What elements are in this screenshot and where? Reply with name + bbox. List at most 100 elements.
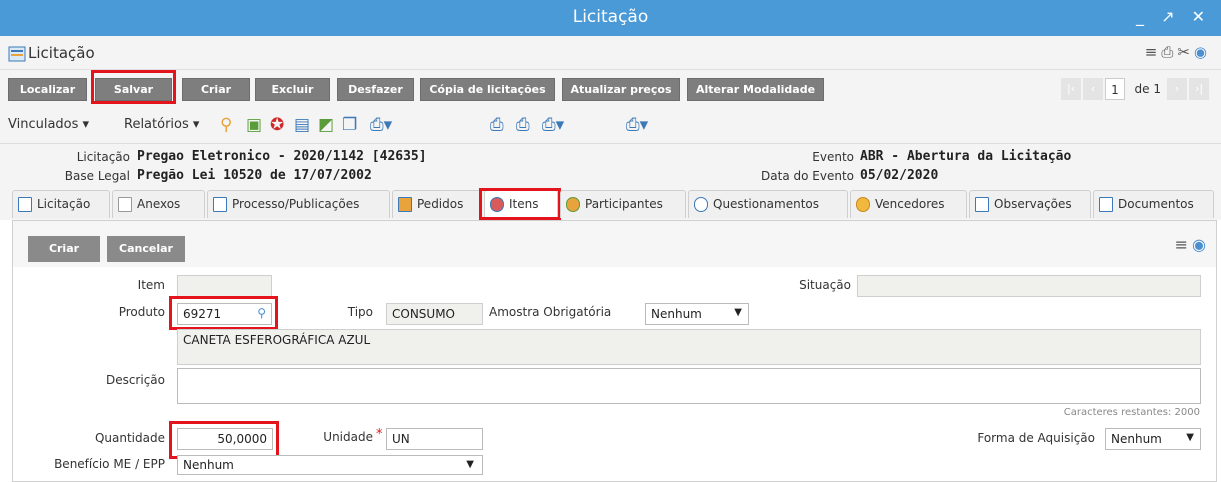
search-icon[interactable]: ⚲ — [220, 115, 232, 135]
medal-icon — [856, 197, 870, 212]
atualizar-precos-button[interactable]: Atualizar preços — [562, 78, 680, 101]
pager: |‹ ‹ 1 de 1 › ›| — [1061, 78, 1211, 100]
evento-label: Evento — [812, 150, 854, 164]
tipo-field[interactable]: CONSUMO — [386, 303, 483, 325]
produto-label: Produto — [118, 305, 165, 319]
tab-processo-publicacoes[interactable]: Processo/Publicações — [207, 190, 390, 218]
tipo-label: Tipo — [347, 305, 373, 319]
prev-page-icon[interactable]: ‹ — [1083, 78, 1104, 100]
order-icon — [398, 197, 412, 212]
first-page-icon[interactable]: |‹ — [1061, 78, 1082, 100]
amostra-select[interactable]: Nenhum ▼ — [645, 303, 749, 325]
print-icon[interactable]: ⎙ — [516, 115, 530, 135]
itens-panel: Criar Cancelar ≡◉ Item Situação Produto … — [12, 220, 1217, 482]
chevron-down-icon: ▼ — [734, 307, 742, 318]
window-title: Licitação — [572, 7, 649, 27]
form-icon — [8, 46, 26, 62]
menu-icon[interactable]: ≡ — [1175, 235, 1192, 254]
chevron-down-icon: ▼ — [1186, 432, 1194, 443]
print-dropdown-icon[interactable]: ⎙▾ — [542, 115, 564, 135]
highlight-quantidade — [169, 421, 279, 459]
forma-aquisicao-select[interactable]: Nenhum ▼ — [1105, 428, 1201, 450]
action-toolbar: Localizar Salvar Criar Excluir Desfazer … — [0, 70, 1221, 106]
unidade-label: Unidade — [323, 430, 373, 444]
chart-icon[interactable]: ◩ — [318, 115, 334, 135]
item-label: Item — [137, 278, 165, 292]
tab-strip: Licitação Anexos Processo/Publicações Pe… — [0, 188, 1221, 220]
page-number-input[interactable]: 1 — [1105, 78, 1125, 100]
page-title: Licitação — [28, 44, 95, 62]
beneficio-label: Benefício ME / EPP — [54, 457, 165, 471]
next-page-icon[interactable]: › — [1167, 78, 1187, 100]
page-of-label: de 1 — [1134, 82, 1161, 96]
base-legal-value: Pregão Lei 10520 de 17/07/2002 — [137, 168, 372, 183]
produto-descricao: CANETA ESFEROGRÁFICA AZUL — [177, 329, 1201, 365]
secondary-toolbar: Vinculados ▾ Relatórios ▾ ⚲ ▣ ✪ ▤ ◩ ❐ ⎙▾… — [0, 106, 1221, 144]
menu-icon[interactable]: ≡ — [1145, 43, 1162, 61]
award-icon[interactable]: ✪ — [270, 115, 284, 135]
print-dropdown-icon[interactable]: ⎙▾ — [370, 115, 392, 135]
relatorios-menu[interactable]: Relatórios ▾ — [124, 117, 199, 132]
forma-aquisicao-label: Forma de Aquisição — [977, 431, 1095, 445]
tab-observacoes[interactable]: Observações — [969, 190, 1091, 218]
users-icon — [566, 197, 580, 212]
tab-questionamentos[interactable]: Questionamentos — [688, 190, 848, 218]
criar-button[interactable]: Criar — [182, 78, 250, 101]
folder-icon — [213, 197, 227, 212]
tab-anexos[interactable]: Anexos — [112, 190, 205, 218]
panel-toolbar: Criar Cancelar ≡◉ — [13, 221, 1216, 267]
panel-icons: ≡◉ — [1175, 235, 1210, 254]
vinculados-menu[interactable]: Vinculados ▾ — [8, 117, 89, 132]
copia-licitacoes-button[interactable]: Cópia de licitações — [420, 78, 555, 101]
window-titlebar: Licitação _ ↗ ✕ — [0, 0, 1221, 36]
required-marker: * — [376, 427, 383, 442]
licitacao-label: Licitação — [76, 150, 130, 164]
descricao-textarea[interactable] — [177, 368, 1201, 404]
excluir-button[interactable]: Excluir — [255, 78, 330, 101]
base-legal-label: Base Legal — [64, 169, 130, 183]
print-dropdown-icon[interactable]: ⎙▾ — [626, 115, 648, 135]
tools-icon[interactable]: ✂ — [1177, 43, 1194, 61]
licitacao-info: Licitação Pregao Eletronico - 2020/1142 … — [0, 144, 1221, 188]
document-icon — [18, 197, 32, 212]
localizar-button[interactable]: Localizar — [8, 78, 87, 101]
last-page-icon[interactable]: ›| — [1189, 78, 1209, 100]
document-icon — [1099, 197, 1113, 212]
tab-participantes[interactable]: Participantes — [560, 190, 686, 218]
highlight-salvar — [91, 70, 176, 104]
help-icon[interactable]: ◉ — [1192, 235, 1210, 254]
highlight-produto — [169, 296, 278, 330]
page-header: Licitação ≡⎙✂◉ — [0, 36, 1221, 70]
help-icon[interactable]: ◉ — [1194, 43, 1211, 61]
print-icon[interactable]: ⎙ — [1161, 43, 1177, 61]
print-icon[interactable]: ⎙ — [490, 115, 504, 135]
tab-vencedores[interactable]: Vencedores — [850, 190, 967, 218]
licitacao-value: Pregao Eletronico - 2020/1142 [42635] — [137, 149, 427, 164]
data-evento-label: Data do Evento — [761, 169, 854, 183]
note-icon — [975, 197, 989, 212]
beneficio-select[interactable]: Nenhum ▼ — [177, 455, 483, 475]
tab-pedidos[interactable]: Pedidos — [392, 190, 482, 218]
descricao-label: Descrição — [105, 373, 165, 387]
unidade-input[interactable]: UN — [386, 428, 483, 450]
alterar-modalidade-button[interactable]: Alterar Modalidade — [687, 78, 824, 101]
tab-documentos[interactable]: Documentos — [1093, 190, 1214, 218]
data-evento-value: 05/02/2020 — [860, 168, 939, 183]
situacao-field[interactable] — [857, 275, 1201, 297]
add-record-icon[interactable]: ▣ — [246, 115, 262, 135]
item-field[interactable] — [177, 275, 272, 297]
header-icons: ≡⎙✂◉ — [1145, 43, 1211, 61]
situacao-label: Situação — [799, 278, 851, 292]
highlight-itens — [479, 188, 561, 220]
copy-icon[interactable]: ❐ — [342, 115, 357, 135]
desfazer-button[interactable]: Desfazer — [337, 78, 414, 101]
window-controls[interactable]: _ ↗ ✕ — [1136, 7, 1211, 26]
quantidade-label: Quantidade — [94, 431, 165, 445]
document-icon[interactable]: ▤ — [294, 115, 310, 135]
amostra-label: Amostra Obrigatória — [489, 305, 612, 319]
chat-icon — [694, 197, 708, 212]
paperclip-icon — [118, 197, 132, 212]
cancelar-button[interactable]: Cancelar — [107, 236, 185, 262]
tab-licitacao[interactable]: Licitação — [12, 190, 110, 218]
criar-item-button[interactable]: Criar — [28, 236, 100, 262]
